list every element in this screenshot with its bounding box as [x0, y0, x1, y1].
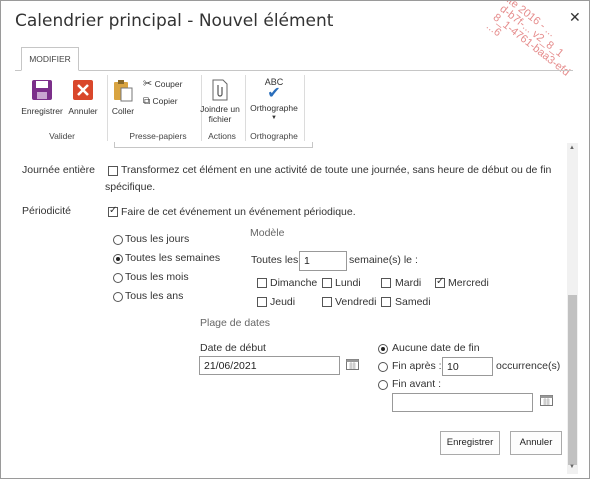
copy-button[interactable]: ⧉ Copier [143, 96, 178, 110]
day-friday-label: Vendredi [335, 296, 377, 308]
check-icon: ✔ [267, 85, 281, 102]
cancel-ribbon-label: Annuler [68, 106, 98, 116]
start-date-input[interactable]: 21/06/2021 [199, 356, 340, 375]
radio-daily[interactable] [113, 235, 123, 245]
group-label-actions: Actions [208, 131, 236, 141]
end-by-label: Fin avant : [392, 378, 442, 390]
day-tuesday-checkbox[interactable] [381, 278, 391, 288]
group-label-commit: Valider [49, 131, 75, 141]
ribbon-separator [304, 75, 305, 141]
occurrences-label: occurrence(s) [496, 360, 561, 372]
all-day-text-2: spécifique. [105, 181, 156, 193]
close-icon[interactable]: ✕ [569, 9, 581, 26]
new-item-dialog: Calendrier principal - Nouvel élément ✕ … [0, 0, 590, 479]
every-label: Toutes les [251, 254, 299, 266]
attach-label-2: fichier [208, 114, 232, 124]
day-thursday-label: Jeudi [270, 296, 296, 308]
radio-yearly[interactable] [113, 292, 123, 302]
spelling-label: Orthographe [250, 103, 298, 113]
dialog-title: Calendrier principal - Nouvel élément [15, 11, 334, 31]
calendar-icon[interactable] [346, 358, 359, 370]
save-icon [32, 80, 52, 100]
day-saturday-checkbox[interactable] [381, 297, 391, 307]
ribbon: Enregistrer Annuler Valider Coller ✂ Cou… [15, 70, 573, 143]
all-day-text: Transformez cet élément en une activité … [121, 164, 552, 176]
radio-weekly[interactable] [113, 254, 123, 264]
ribbon-separator [245, 75, 246, 141]
pattern-title: Modèle [250, 227, 285, 239]
vertical-scrollbar[interactable]: ▲ ▼ [567, 143, 578, 474]
cancel-ribbon-button[interactable]: Annuler [65, 79, 101, 116]
recurrence-text: Faire de cet événement un événement péri… [121, 206, 356, 218]
save-ribbon-button[interactable]: Enregistrer [21, 79, 63, 116]
every-weeks-input[interactable]: 1 [299, 251, 347, 271]
day-wednesday-label: Mercredi [448, 277, 489, 289]
cut-button[interactable]: ✂ Couper [143, 77, 182, 91]
cancel-button[interactable]: Annuler [510, 431, 562, 455]
radio-end-by[interactable] [378, 380, 388, 390]
all-day-label: Journée entière [22, 164, 95, 176]
group-label-clipboard: Presse-papiers [129, 131, 187, 141]
radio-monthly-label: Tous les mois [125, 271, 189, 283]
tab-modifier[interactable]: MODIFIER [21, 47, 79, 71]
radio-weekly-label: Toutes les semaines [125, 252, 221, 264]
cancel-icon [73, 80, 93, 100]
radio-daily-label: Tous les jours [125, 233, 190, 245]
ribbon-separator [107, 75, 108, 141]
cut-label: Couper [154, 79, 183, 89]
day-sunday-checkbox[interactable] [257, 278, 267, 288]
start-date-label: Date de début [200, 342, 266, 354]
day-tuesday-label: Mardi [395, 277, 422, 289]
scrollbar-thumb[interactable] [568, 295, 577, 465]
day-sunday-label: Dimanche [270, 277, 318, 289]
copy-label: Copier [152, 96, 178, 106]
copy-icon: ⧉ [143, 96, 151, 107]
day-thursday-checkbox[interactable] [257, 297, 267, 307]
no-end-date-label: Aucune date de fin [392, 342, 480, 354]
attach-label-1: Joindre un [200, 104, 240, 114]
scissors-icon: ✂ [143, 78, 153, 90]
paste-icon [114, 80, 133, 102]
radio-monthly[interactable] [113, 273, 123, 283]
group-label-spelling: Orthographe [250, 131, 298, 141]
calendar-icon[interactable] [540, 394, 553, 406]
ribbon-bottom-border [114, 142, 313, 148]
chevron-down-icon: ▼ [271, 115, 277, 121]
day-friday-checkbox[interactable] [322, 297, 332, 307]
attach-file-button[interactable]: Joindre un fichier [199, 79, 241, 124]
save-ribbon-label: Enregistrer [21, 106, 63, 116]
scroll-up-icon[interactable]: ▲ [569, 145, 575, 151]
radio-no-end-date[interactable] [378, 344, 388, 354]
save-button[interactable]: Enregistrer [440, 431, 500, 455]
recurrence-checkbox[interactable] [108, 205, 118, 217]
radio-end-after[interactable] [378, 362, 388, 372]
attach-file-icon [212, 79, 228, 101]
paste-label: Coller [111, 106, 135, 116]
occurrences-input[interactable]: 10 [442, 357, 493, 376]
week-suffix-label: semaine(s) le : [349, 254, 418, 266]
paste-button[interactable]: Coller [109, 79, 137, 116]
day-saturday-label: Samedi [395, 296, 431, 308]
end-by-date-input[interactable] [392, 393, 533, 412]
all-day-checkbox[interactable] [108, 166, 118, 176]
day-wednesday-checkbox[interactable] [435, 276, 445, 288]
radio-yearly-label: Tous les ans [125, 290, 184, 302]
spelling-button[interactable]: ABC ✔ Orthographe ▼ [247, 77, 301, 123]
recurrence-label: Périodicité [22, 205, 72, 217]
scroll-down-icon[interactable]: ▼ [569, 464, 575, 470]
range-title: Plage de dates [200, 317, 271, 329]
day-monday-label: Lundi [335, 277, 361, 289]
day-monday-checkbox[interactable] [322, 278, 332, 288]
end-after-label: Fin après : [392, 360, 442, 372]
